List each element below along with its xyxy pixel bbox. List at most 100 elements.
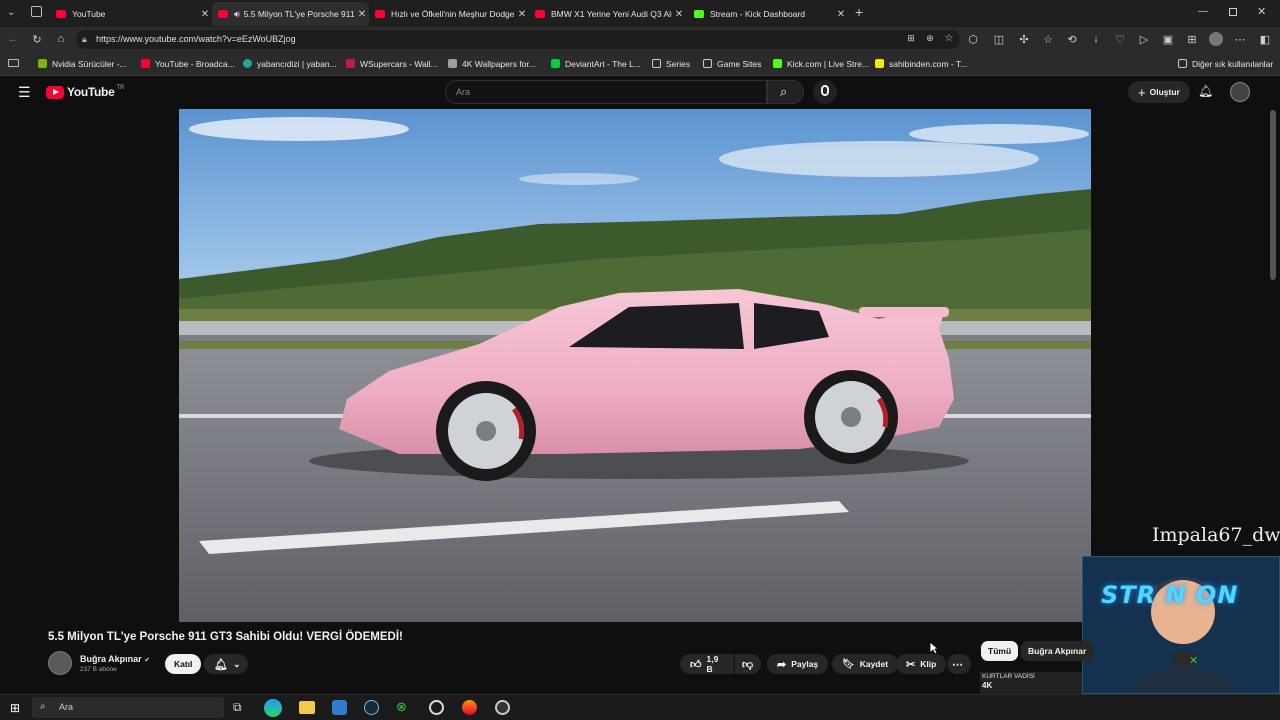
channel-avatar[interactable] <box>48 651 72 675</box>
vpn-icon[interactable]: ♡ <box>1113 33 1127 46</box>
screenshot-icon[interactable]: ▣ <box>1161 33 1175 46</box>
close-tab-icon[interactable]: ✕ <box>515 9 529 20</box>
youtube-favicon-icon <box>375 10 385 18</box>
account-avatar[interactable] <box>1230 82 1250 102</box>
split-screen-icon[interactable]: ◫ <box>992 33 1006 46</box>
notifications-bell-icon[interactable]: 🔔︎ <box>1198 84 1213 98</box>
page-scrollbar-thumb[interactable] <box>1270 110 1276 280</box>
tab-youtube[interactable]: YouTube ✕ <box>50 2 212 26</box>
edge-browser-icon[interactable] <box>264 699 282 717</box>
microphone-icon <box>821 85 829 96</box>
minimize-window-icon[interactable]: — <box>1198 6 1208 17</box>
region-code: TR <box>116 85 125 91</box>
chip-all[interactable]: Tümü <box>981 641 1019 661</box>
share-button[interactable]: ➦ Paylaş <box>767 654 829 674</box>
xbox-icon[interactable]: ⊗ <box>396 699 407 715</box>
voice-search-button[interactable] <box>813 80 837 104</box>
chevron-down-icon: ⌄ <box>232 658 241 669</box>
favorite-star-icon[interactable]: ☆ <box>942 33 956 44</box>
bookmarks-bar: Nvidia Sürücüler -... YouTube - Broadca.… <box>0 52 1280 76</box>
tab-title: Stream - Kick Dashboard <box>710 9 805 19</box>
close-tab-icon[interactable]: ✕ <box>834 9 848 20</box>
firefox-icon[interactable] <box>462 700 477 715</box>
tab-porsche-video[interactable]: 🔊︎ 5.5 Milyon TL'ye Porsche 911 ✕ <box>212 2 369 26</box>
maximize-window-icon[interactable] <box>1229 8 1237 16</box>
app-available-icon[interactable]: ⊞ <box>904 33 918 44</box>
url-text[interactable]: https://www.youtube.com/watch?v=eEzWoUBZ… <box>96 34 296 44</box>
close-tab-icon[interactable]: ✕ <box>198 9 212 20</box>
tab-kick-dashboard[interactable]: Stream - Kick Dashboard ✕ <box>688 2 848 26</box>
tab-bmw-video[interactable]: BMW X1 Yerine Yeni Audi Q3 Alın ✕ <box>529 2 686 26</box>
svg-text:✕: ✕ <box>1189 654 1198 667</box>
extensions-icon[interactable]: ⬡ <box>966 33 980 46</box>
history-icon[interactable]: ⟲ <box>1065 33 1079 46</box>
bookmark-item[interactable]: sahibinden.com - T... <box>875 59 967 69</box>
bookmark-item[interactable]: yabancıdizi | yaban... <box>243 59 337 69</box>
channel-name[interactable]: Buğra Akpınar ✔ <box>80 654 150 664</box>
zoom-icon[interactable]: ⊕ <box>923 33 937 44</box>
collections-icon[interactable]: ⊞ <box>1185 33 1199 46</box>
media-play-icon[interactable]: ▷ <box>1137 33 1151 46</box>
bookmark-item[interactable]: Nvidia Sürücüler -... <box>38 59 127 69</box>
video-player[interactable] <box>179 109 1091 622</box>
share-arrow-icon: ➦ <box>777 658 787 671</box>
search-input[interactable]: Ara <box>445 80 767 104</box>
chip-all-label: Tümü <box>988 646 1012 656</box>
subscribed-notifications-button[interactable]: 🔔︎ ⌄ <box>204 654 248 674</box>
microsoft-store-icon[interactable] <box>332 700 347 715</box>
extension-puzzle-icon[interactable]: ✣ <box>1017 33 1031 46</box>
back-arrow-icon[interactable]: ← <box>6 33 20 45</box>
close-tab-icon[interactable]: ✕ <box>355 9 369 20</box>
site-info-lock-icon[interactable]: 🔒︎ <box>82 34 87 45</box>
windows-start-icon[interactable]: ⊞ <box>10 701 20 715</box>
favorites-icon[interactable]: ☆ <box>1041 33 1055 46</box>
more-actions-button[interactable]: ⋯ <box>947 654 971 674</box>
kick-favicon-icon <box>694 10 704 18</box>
taskbar-search-input[interactable]: ⌕ Ara <box>32 697 224 718</box>
reading-list-icon[interactable] <box>8 59 19 67</box>
chrome-app-icon[interactable] <box>495 700 510 715</box>
tab-dodge-video[interactable]: Hızlı ve Öfkeli'nin Meşhur Dodge ✕ <box>369 2 529 26</box>
join-button[interactable]: Katıl <box>165 654 202 674</box>
bookmark-folder[interactable]: Series <box>652 59 690 69</box>
sidebar-toggle-icon[interactable]: ◧ <box>1258 33 1272 46</box>
browser-tab-bar: ⌄ YouTube ✕ 🔊︎ 5.5 Milyon TL'ye Porsche … <box>0 0 1280 27</box>
obs-studio-icon[interactable] <box>429 700 444 715</box>
bookmark-item[interactable]: DeviantArt - The L... <box>551 59 641 69</box>
search-button[interactable]: ⌕ <box>767 80 804 104</box>
subscriber-count: 237 B abone <box>80 666 117 673</box>
speaker-icon[interactable]: 🔊︎ <box>234 9 240 20</box>
clip-button[interactable]: ✂ Klip <box>896 654 947 674</box>
downloads-icon[interactable]: ↓ <box>1089 33 1103 45</box>
reload-icon[interactable]: ↻ <box>30 33 44 46</box>
create-button[interactable]: + Oluştur <box>1128 81 1190 103</box>
profile-avatar[interactable] <box>1209 32 1223 46</box>
bookmark-item[interactable]: Kick.com | Live Stre... <box>773 59 869 69</box>
thumbs-down-icon: 👎︎ <box>742 658 754 671</box>
mini-video-text: KURTLAR VADİSİ <box>982 673 1035 680</box>
workspaces-icon[interactable] <box>31 6 42 17</box>
steam-icon[interactable] <box>364 700 379 715</box>
home-icon[interactable]: ⌂ <box>54 33 68 45</box>
new-tab-plus-icon[interactable]: + <box>855 4 863 20</box>
tab-actions-chevron-icon[interactable]: ⌄ <box>7 7 15 18</box>
close-window-icon[interactable]: ✕ <box>1257 5 1266 18</box>
hamburger-menu-icon[interactable]: ☰ <box>18 84 31 101</box>
youtube-logo[interactable]: YouTube TR <box>46 85 124 99</box>
windows-taskbar: ⊞ ⌕ Ara ⧉ ⊗ <box>0 694 1280 720</box>
file-explorer-icon[interactable] <box>299 701 315 714</box>
chip-channel[interactable]: Buğra Akpınar <box>1021 641 1094 661</box>
like-button[interactable]: 👍︎ 1,9 B <box>680 654 734 674</box>
dislike-button[interactable]: 👎︎ <box>735 654 761 674</box>
close-tab-icon[interactable]: ✕ <box>672 9 686 20</box>
bookmark-folder[interactable]: Game Sites <box>703 59 761 69</box>
plus-icon: + <box>1138 84 1146 100</box>
more-menu-icon[interactable]: ⋯ <box>1233 33 1247 46</box>
mini-video-thumbnail[interactable]: KURTLAR VADİSİ 4K <box>980 672 1082 694</box>
bookmark-item[interactable]: YouTube - Broadca... <box>141 59 235 69</box>
save-button[interactable]: 🔖︎ Kaydet <box>832 654 899 674</box>
bookmark-item[interactable]: WSupercars - Wall... <box>346 59 438 69</box>
bookmark-item[interactable]: 4K Wallpapers for... <box>448 59 536 69</box>
other-favorites-folder[interactable]: Diğer sık kullanılanlar <box>1178 59 1273 69</box>
task-view-icon[interactable]: ⧉ <box>233 700 242 715</box>
